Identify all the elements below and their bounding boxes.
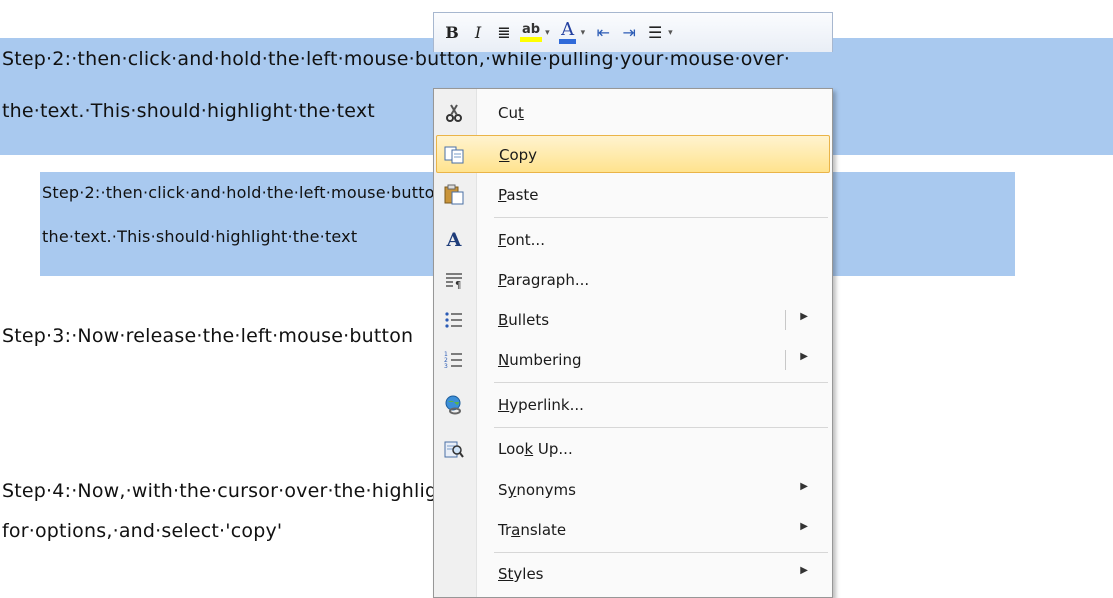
paragraph-label-post: aragraph... — [506, 271, 590, 289]
svg-text:3: 3 — [444, 363, 448, 369]
submenu-divider — [785, 350, 786, 370]
hyperlink-label-post: yperlink... — [509, 396, 584, 414]
menu-item-cut[interactable]: Cut — [436, 94, 830, 132]
highlight-button[interactable]: ab — [520, 21, 543, 45]
step4-line2: for·options,·and·select·'copy' — [2, 520, 283, 542]
submenu-arrow-icon[interactable]: ▶ — [800, 311, 808, 322]
scissors-icon — [442, 102, 466, 124]
center-align-icon[interactable]: ≣ — [494, 21, 514, 45]
translate-label-accel: a — [511, 521, 521, 539]
submenu-arrow-icon[interactable]: ▶ — [800, 481, 808, 492]
font-color-icon: A — [559, 21, 577, 44]
bullets-label-post: ullets — [508, 311, 550, 329]
submenu-arrow-icon[interactable]: ▶ — [800, 565, 808, 576]
highlight-dropdown-arrow[interactable]: ▾ — [545, 28, 550, 38]
paste-icon — [442, 184, 466, 206]
menu-item-font[interactable]: A Font... — [436, 221, 830, 259]
svg-text:¶: ¶ — [455, 280, 461, 289]
menu-item-paste[interactable]: Paste — [436, 176, 830, 214]
copy-icon — [443, 144, 467, 166]
menu-separator — [494, 382, 828, 383]
increase-indent-icon[interactable]: ⇥ — [619, 21, 639, 45]
menu-item-copy[interactable]: Copy — [436, 135, 830, 173]
menu-item-hyperlink[interactable]: Hyperlink... — [436, 386, 830, 424]
font-color-dropdown-arrow[interactable]: ▾ — [581, 28, 586, 38]
paragraph-icon: ¶ — [442, 269, 466, 291]
bullets-icon — [442, 309, 466, 331]
numbering-label-accel: N — [498, 351, 510, 369]
menu-separator — [494, 217, 828, 218]
synonyms-label-pre: S — [498, 481, 508, 499]
hyperlink-icon — [442, 394, 466, 416]
synonyms-label-post: nonyms — [516, 481, 576, 499]
bullets-label-accel: B — [498, 311, 509, 329]
para2-line2: the·text.·This·should·highlight·the·text — [42, 227, 358, 246]
decrease-indent-icon[interactable]: ⇤ — [593, 21, 613, 45]
numbering-icon: 123 — [442, 349, 466, 371]
menu-item-synonyms[interactable]: Synonyms ▶ — [436, 471, 830, 509]
cut-label-accel: t — [517, 104, 524, 122]
context-menu: Cut Copy Paste A Font... ¶ Paragraph... … — [433, 88, 833, 598]
menu-separator — [494, 427, 828, 428]
submenu-arrow-icon[interactable]: ▶ — [800, 351, 808, 362]
font-label-post: ont... — [506, 231, 545, 249]
numbering-label-post: umbering — [509, 351, 582, 369]
step3-text: Step·3:·Now·release·the·left·mouse·butto… — [2, 325, 414, 347]
menu-item-paragraph[interactable]: ¶ Paragraph... — [436, 261, 830, 299]
mini-formatting-toolbar: B I ≣ ab ▾ A ▾ ⇤ ⇥ ☰ ▾ — [433, 12, 833, 52]
menu-item-bullets[interactable]: Bullets ▶ — [436, 301, 830, 339]
translate-label-pre: Tr — [498, 521, 512, 539]
copy-label-post: opy — [509, 146, 538, 164]
lookup-label-post: Up... — [533, 440, 573, 458]
lookup-label-accel: k — [524, 440, 534, 458]
copy-label-accel: C — [499, 146, 510, 164]
menu-item-styles[interactable]: Styles ▶ — [436, 555, 830, 593]
font-color-button[interactable]: A — [558, 21, 578, 45]
menu-item-numbering[interactable]: 123 Numbering ▶ — [436, 341, 830, 379]
menu-separator — [494, 552, 828, 553]
translate-label-post: nslate — [520, 521, 567, 539]
lookup-label-pre: Loo — [498, 440, 525, 458]
para1-line2: the·text.·This·should·highlight·the·text — [2, 100, 375, 122]
research-icon — [442, 438, 466, 460]
bullets-toolbar-icon[interactable]: ☰ — [645, 21, 665, 45]
hyperlink-label-accel: H — [498, 396, 510, 414]
bold-button[interactable]: B — [442, 21, 462, 45]
cut-label-pre: Cu — [498, 104, 518, 122]
bullets-dropdown-arrow[interactable]: ▾ — [668, 28, 673, 38]
menu-item-lookup[interactable]: Look Up... — [436, 430, 830, 468]
font-icon: A — [446, 229, 462, 251]
menu-item-translate[interactable]: Translate ▶ — [436, 511, 830, 549]
submenu-arrow-icon[interactable]: ▶ — [800, 521, 808, 532]
paste-label-post: aste — [506, 186, 539, 204]
highlighter-icon: ab — [520, 23, 543, 42]
styles-label-post: yles — [513, 565, 544, 583]
styles-label-accel: St — [498, 565, 514, 583]
italic-button[interactable]: I — [468, 21, 488, 45]
submenu-divider — [785, 310, 786, 330]
font-label-accel: F — [498, 231, 507, 249]
